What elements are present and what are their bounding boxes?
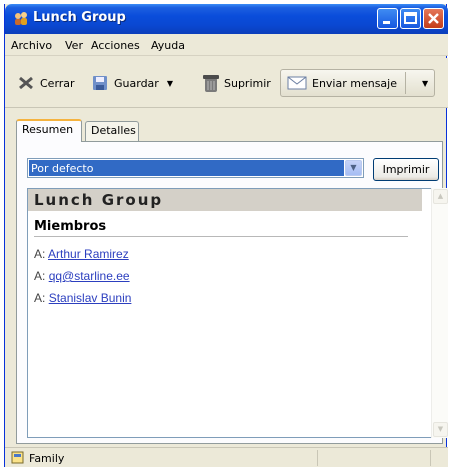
group-title: Lunch Group [34, 191, 164, 209]
group-header: Lunch Group [28, 189, 422, 211]
members-heading: Miembros [34, 219, 107, 234]
print-button[interactable]: Imprimir [373, 158, 439, 181]
list-item: A: Stanislav Bunin [34, 291, 131, 305]
group-icon [15, 12, 27, 25]
tab-detalles[interactable]: Detalles [85, 121, 139, 141]
close-icon [428, 13, 439, 24]
status-divider [430, 450, 431, 466]
summary-panel: Por defecto ▼ Imprimir Lunch Group Miemb… [16, 141, 448, 444]
menu-ver[interactable]: Ver [65, 39, 83, 52]
member-link[interactable]: Arthur Ramirez [48, 247, 129, 261]
scroll-down-icon[interactable]: ▼ [433, 422, 448, 437]
scroll-up-icon[interactable]: ▲ [433, 189, 448, 204]
status-divider [317, 450, 318, 466]
menu-acciones[interactable]: Acciones [91, 39, 140, 52]
close-window-button[interactable] [423, 8, 444, 29]
member-prefix: A: [34, 247, 46, 261]
tab-resumen[interactable]: Resumen [16, 119, 82, 142]
save-button[interactable]: Guardar ▼ [91, 70, 173, 96]
list-item: A: qq@starline.ee [34, 269, 130, 283]
summary-view: Lunch Group Miembros A: Arthur Ramirez A… [27, 188, 433, 438]
envelope-icon [287, 76, 307, 90]
status-bar: Family [5, 447, 448, 467]
minimize-icon [383, 21, 390, 24]
member-link[interactable]: qq@starline.ee [49, 269, 130, 283]
minimize-button[interactable] [377, 8, 398, 29]
list-item: A: Arthur Ramirez [34, 247, 129, 261]
view-select-value: Por defecto [29, 160, 344, 176]
divider [34, 236, 408, 237]
close-x-icon [19, 76, 33, 90]
delete-button[interactable]: Suprimir [201, 70, 271, 96]
close-contact-button[interactable]: Cerrar [17, 70, 75, 96]
window-title: Lunch Group [33, 10, 126, 25]
maximize-icon [404, 12, 417, 24]
save-dropdown-icon[interactable]: ▼ [167, 79, 173, 88]
save-icon [93, 76, 107, 90]
send-message-button[interactable]: Enviar mensaje ▼ [280, 69, 435, 97]
address-book-icon [11, 451, 24, 464]
menu-bar: Archivo Ver Acciones Ayuda [5, 34, 448, 56]
member-prefix: A: [34, 269, 46, 283]
split-divider [405, 72, 406, 94]
toolbar: Cerrar Guardar ▼ Suprimir Enviar mensaje… [5, 58, 448, 108]
title-bar[interactable]: Lunch Group [5, 4, 448, 34]
status-text: Family [29, 452, 65, 465]
send-dropdown-icon[interactable]: ▼ [422, 79, 428, 88]
trash-icon [203, 75, 219, 92]
view-select[interactable]: Por defecto ▼ [27, 158, 364, 178]
menu-ayuda[interactable]: Ayuda [151, 39, 185, 52]
vertical-scrollbar[interactable]: ▲ ▼ [431, 188, 448, 438]
chevron-down-icon[interactable]: ▼ [345, 160, 362, 176]
contact-group-window: Lunch Group Archivo Ver Acciones Ayuda C… [4, 4, 448, 467]
member-prefix: A: [34, 291, 46, 305]
member-link[interactable]: Stanislav Bunin [49, 291, 132, 305]
menu-archivo[interactable]: Archivo [11, 39, 52, 52]
maximize-button[interactable] [400, 8, 421, 29]
